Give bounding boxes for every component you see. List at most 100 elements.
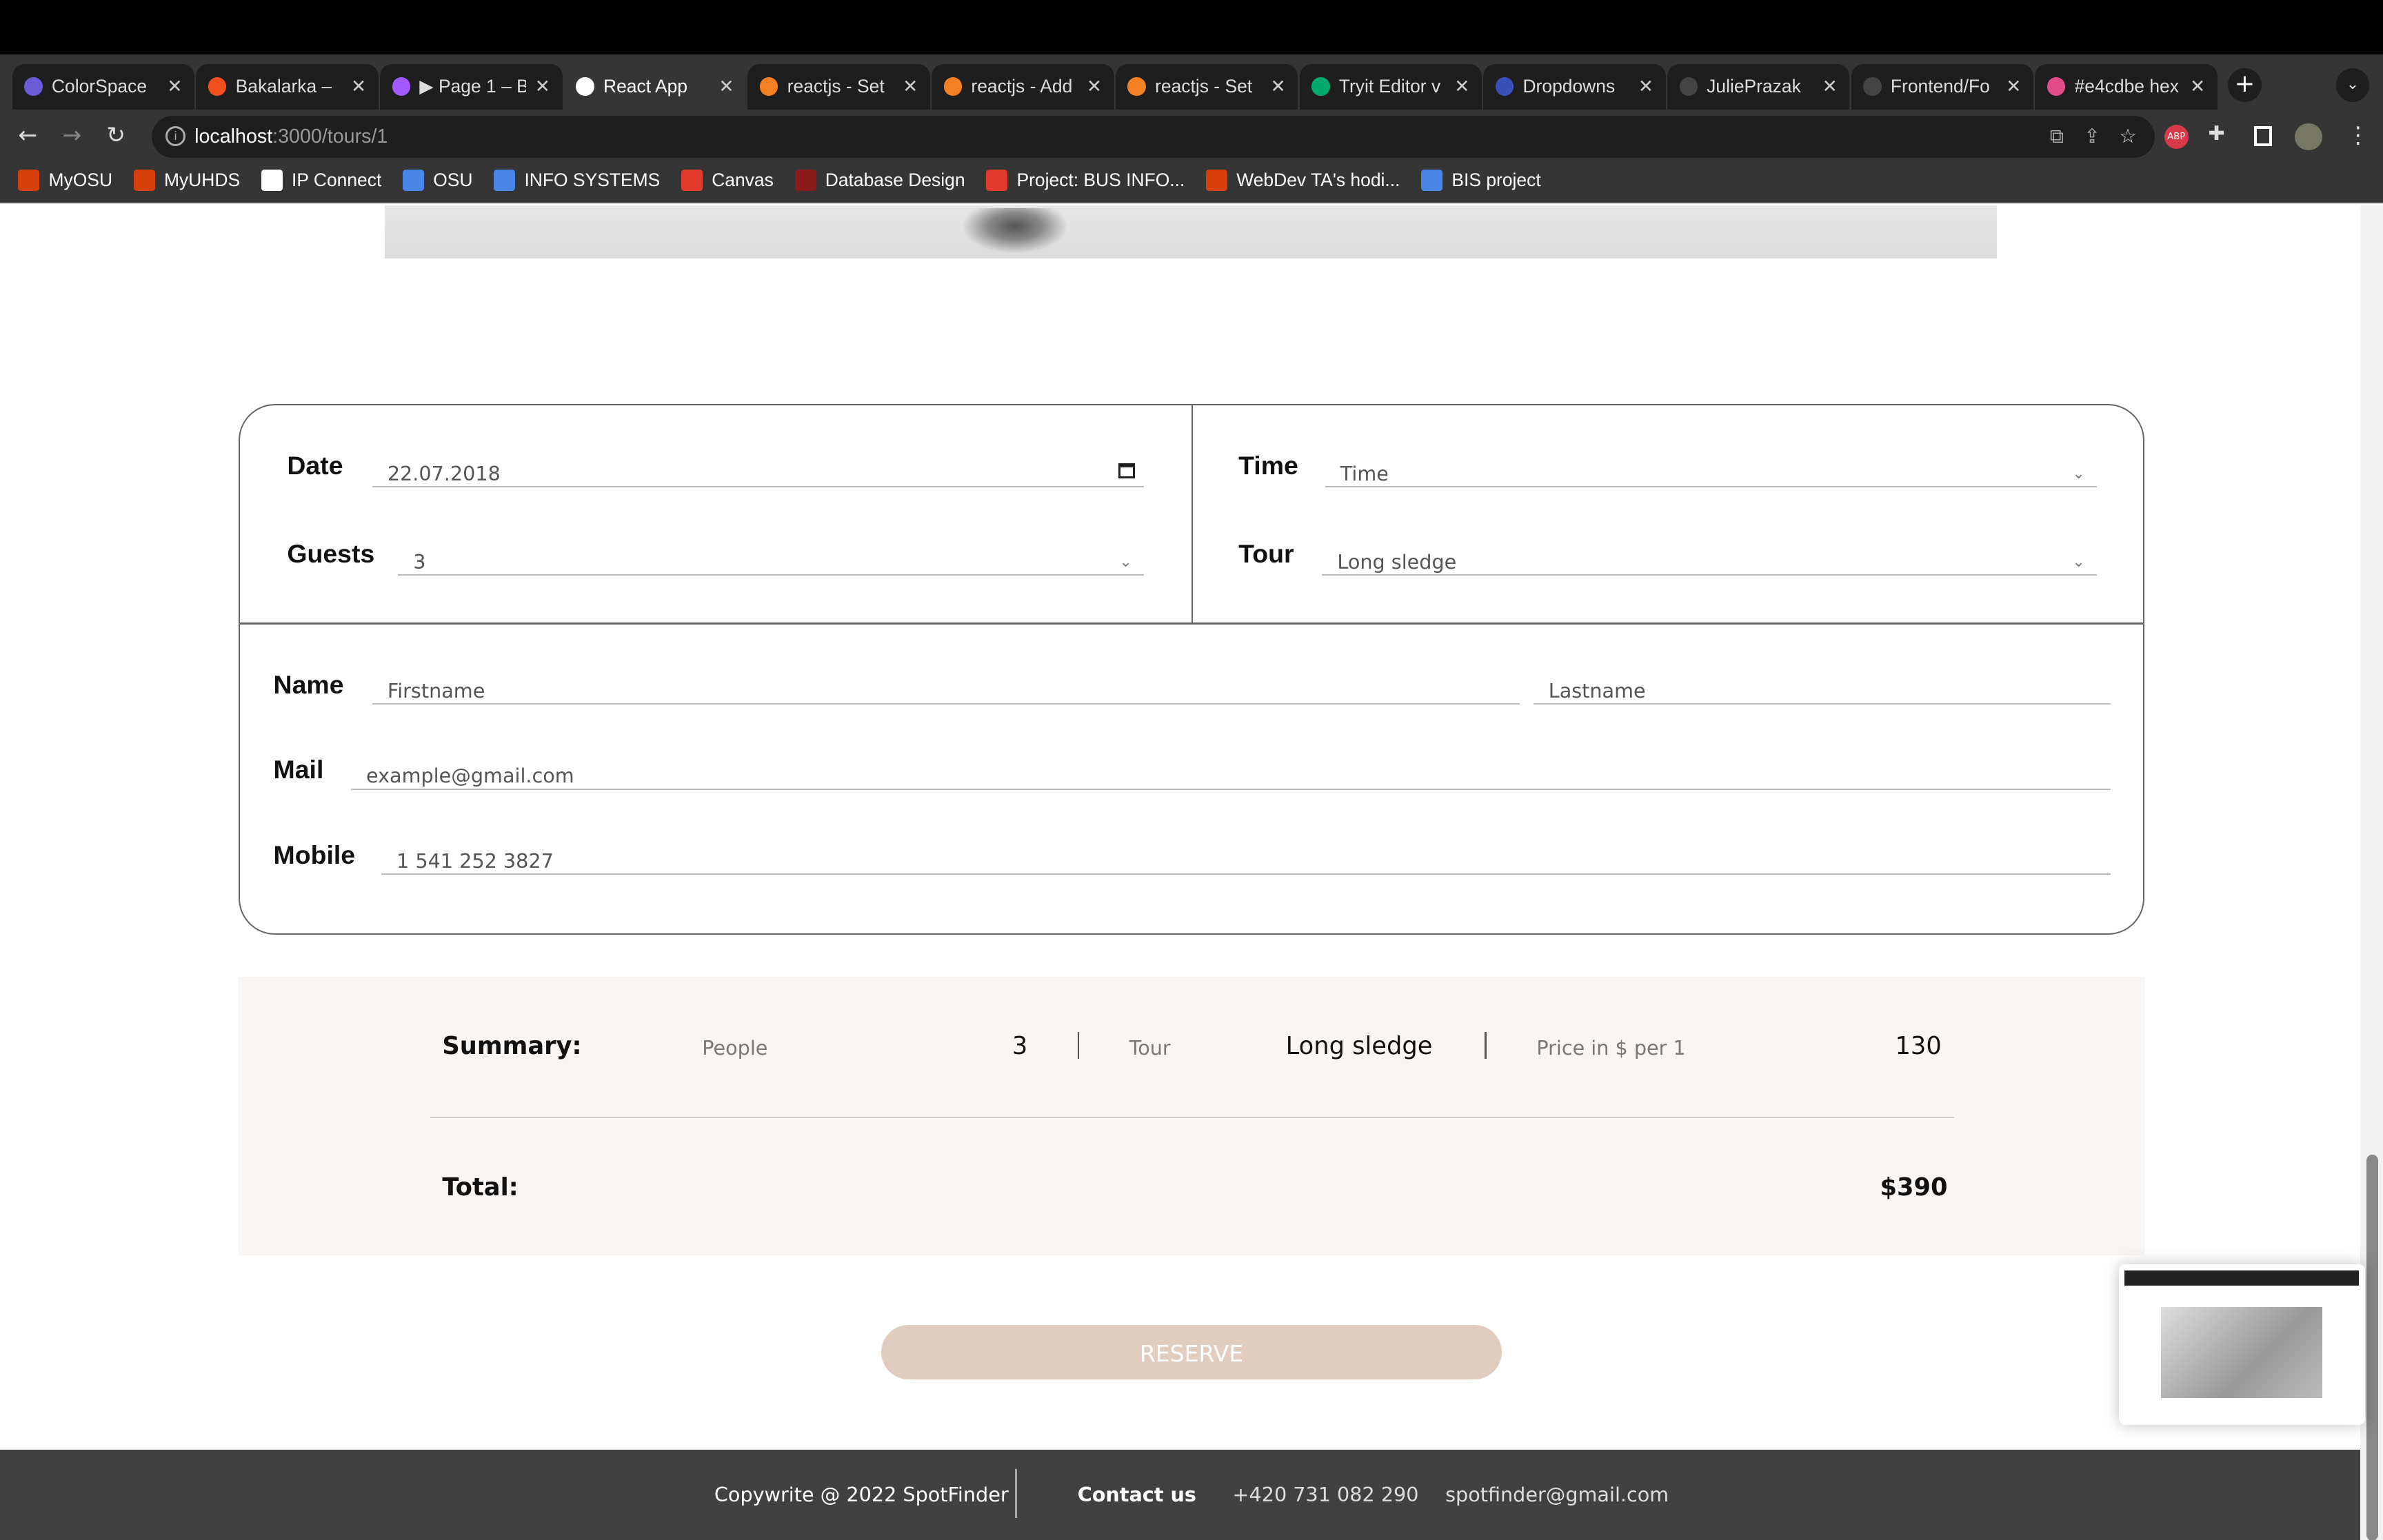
guests-select[interactable]: 3 ⌄ bbox=[398, 543, 1145, 576]
close-tab-icon[interactable]: ✕ bbox=[1638, 76, 1653, 97]
close-tab-icon[interactable]: ✕ bbox=[1087, 76, 1102, 97]
tab-title: #e4cdbe hex bbox=[2074, 76, 2179, 97]
footer-email[interactable]: spotfinder@gmail.com bbox=[1445, 1483, 1669, 1506]
bookmark-label: OSU bbox=[433, 169, 473, 190]
reload-icon[interactable]: ↻ bbox=[106, 121, 125, 148]
browser-tab[interactable]: reactjs - Set ✕ bbox=[1115, 63, 1298, 110]
close-tab-icon[interactable]: ✕ bbox=[351, 76, 366, 97]
tab-favicon-icon bbox=[1863, 77, 1882, 96]
close-tab-icon[interactable]: ✕ bbox=[167, 76, 182, 97]
tab-favicon-icon bbox=[392, 77, 411, 96]
close-tab-icon[interactable]: ✕ bbox=[2190, 76, 2205, 97]
forward-icon[interactable]: → bbox=[62, 121, 81, 148]
bookmark-label: INFO SYSTEMS bbox=[524, 169, 661, 190]
bookmark-favicon-icon bbox=[986, 169, 1008, 191]
guests-label: Guests bbox=[287, 539, 375, 569]
tab-title: React App bbox=[603, 76, 687, 97]
footer-phone[interactable]: +420 731 082 290 bbox=[1233, 1483, 1419, 1506]
calendar-icon[interactable] bbox=[1118, 463, 1136, 479]
side-panel-icon[interactable] bbox=[2253, 125, 2273, 146]
bookmark-item[interactable]: MyOSU bbox=[18, 170, 112, 191]
browser-tab[interactable]: Tryit Editor v ✕ bbox=[1299, 63, 1482, 110]
url-path: :3000/tours/1 bbox=[272, 125, 388, 148]
reservation-form: Date 22.07.2018 Guests 3 ⌄ Time Time ⌄ Tou… bbox=[239, 404, 2144, 935]
tab-favicon-icon bbox=[1495, 77, 1514, 96]
tab-search-button[interactable]: ⌄ bbox=[2335, 68, 2370, 102]
browser-tab[interactable]: reactjs - Set ✕ bbox=[747, 63, 930, 110]
address-bar[interactable]: i localhost:3000/tours/1 ⧉ ⇪ ☆ bbox=[152, 115, 2155, 159]
close-tab-icon[interactable]: ✕ bbox=[535, 76, 550, 97]
mail-input[interactable]: example@gmail.com bbox=[350, 756, 2111, 790]
bookmark-favicon-icon bbox=[794, 169, 816, 191]
profile-avatar[interactable] bbox=[2295, 123, 2322, 151]
extensions-icon[interactable]: ✚ bbox=[2209, 121, 2225, 145]
total-label: Total: bbox=[442, 1173, 519, 1202]
bookmark-item[interactable]: MyUHDS bbox=[133, 170, 240, 191]
bookmark-item[interactable]: BIS project bbox=[1421, 169, 1541, 191]
bookmark-item[interactable]: INFO SYSTEMS bbox=[494, 170, 660, 191]
firstname-input[interactable]: Firstname bbox=[372, 671, 1520, 705]
browser-tab[interactable]: #e4cdbe hex ✕ bbox=[2035, 63, 2218, 110]
tab-title: Tryit Editor v bbox=[1338, 76, 1441, 97]
tab-strip: ColorSpace ✕ Bakalarka – ✕ ▶ Page 1 – B ✕ Reac… bbox=[0, 54, 2383, 119]
date-input[interactable]: 22.07.2018 bbox=[372, 454, 1145, 488]
browser-tab[interactable]: reactjs - Add ✕ bbox=[932, 63, 1114, 110]
total-value: $390 bbox=[1880, 1173, 1948, 1202]
lastname-input[interactable]: Lastname bbox=[1533, 671, 2111, 705]
bookmark-favicon-icon bbox=[494, 169, 516, 191]
navigation-bar: ← → ↻ i localhost:3000/tours/1 ⧉ ⇪ ☆ ABP… bbox=[0, 115, 2383, 159]
bookmark-label: BIS project bbox=[1451, 169, 1541, 190]
time-select[interactable]: Time ⌄ bbox=[1325, 454, 2098, 488]
close-tab-icon[interactable]: ✕ bbox=[1822, 76, 1838, 97]
share-icon[interactable]: ⇪ bbox=[2084, 116, 2100, 159]
browser-tab[interactable]: Frontend/Fo ✕ bbox=[1851, 63, 2034, 110]
tour-label: Tour bbox=[1238, 539, 1294, 569]
close-tab-icon[interactable]: ✕ bbox=[1271, 76, 1286, 97]
close-tab-icon[interactable]: ✕ bbox=[903, 76, 918, 97]
menu-icon[interactable]: ⋮ bbox=[2346, 121, 2369, 148]
bookmark-item[interactable]: WebDev TA's hodi... bbox=[1206, 170, 1400, 191]
tab-favicon-icon bbox=[1311, 77, 1330, 96]
adblock-icon[interactable]: ABP bbox=[2164, 124, 2189, 149]
bookmark-star-icon[interactable]: ☆ bbox=[2119, 116, 2137, 159]
bookmark-item[interactable]: Canvas bbox=[681, 170, 774, 191]
bookmark-item[interactable]: IP Connect bbox=[261, 170, 381, 191]
bookmark-item[interactable]: Database Design bbox=[794, 169, 965, 191]
tab-preview-thumbnail bbox=[2118, 1264, 2365, 1426]
bookmark-favicon-icon bbox=[261, 169, 283, 191]
page-content: Date 22.07.2018 Guests 3 ⌄ Time Time ⌄ Tou… bbox=[0, 205, 2360, 1540]
new-tab-button[interactable]: + bbox=[2228, 68, 2262, 102]
back-icon[interactable]: ← bbox=[18, 121, 37, 148]
screen-top-bar bbox=[0, 0, 2383, 55]
bookmark-label: Canvas bbox=[712, 169, 774, 190]
tab-favicon-icon bbox=[1127, 77, 1146, 96]
translate-icon[interactable]: ⧉ bbox=[2050, 116, 2064, 159]
bookmark-item[interactable]: Project: BUS INFO... bbox=[986, 170, 1185, 191]
close-tab-icon[interactable]: ✕ bbox=[1454, 76, 1469, 97]
price-value: 130 bbox=[1895, 1031, 1942, 1060]
chevron-down-icon: ⌄ bbox=[2072, 465, 2085, 483]
tab-title: ▶ Page 1 – B bbox=[419, 76, 526, 97]
close-tab-icon[interactable]: ✕ bbox=[2006, 76, 2021, 97]
browser-tab[interactable]: ▶ Page 1 – B ✕ bbox=[380, 63, 563, 110]
bookmark-item[interactable]: OSU bbox=[403, 169, 473, 191]
chevron-down-icon: ⌄ bbox=[2072, 553, 2085, 571]
browser-tab[interactable]: JuliePrazak ✕ bbox=[1667, 63, 1850, 110]
tour-select[interactable]: Long sledge ⌄ bbox=[1322, 543, 2098, 576]
browser-tab[interactable]: Bakalarka – ✕ bbox=[196, 63, 379, 110]
tab-favicon-icon bbox=[208, 77, 227, 96]
browser-tab[interactable]: ColorSpace ✕ bbox=[12, 63, 195, 110]
scrollbar-thumb[interactable] bbox=[2366, 1155, 2379, 1540]
bookmark-label: Project: BUS INFO... bbox=[1016, 169, 1185, 190]
reserve-button[interactable]: RESERVE bbox=[881, 1324, 1502, 1380]
browser-tab[interactable]: Dropdowns ✕ bbox=[1483, 63, 1666, 110]
mobile-input[interactable]: 1 541 252 3827 bbox=[381, 842, 2111, 875]
close-tab-icon[interactable]: ✕ bbox=[718, 76, 734, 97]
tab-favicon-icon bbox=[1679, 77, 1698, 96]
site-info-icon[interactable]: i bbox=[165, 125, 185, 146]
bookmark-label: MyOSU bbox=[48, 169, 113, 190]
tab-title: JuliePrazak bbox=[1707, 76, 1801, 97]
browser-tab[interactable]: React App ✕ bbox=[563, 63, 747, 110]
price-label: Price in $ per 1 bbox=[1536, 1036, 1686, 1060]
bookmark-favicon-icon bbox=[1421, 169, 1443, 191]
